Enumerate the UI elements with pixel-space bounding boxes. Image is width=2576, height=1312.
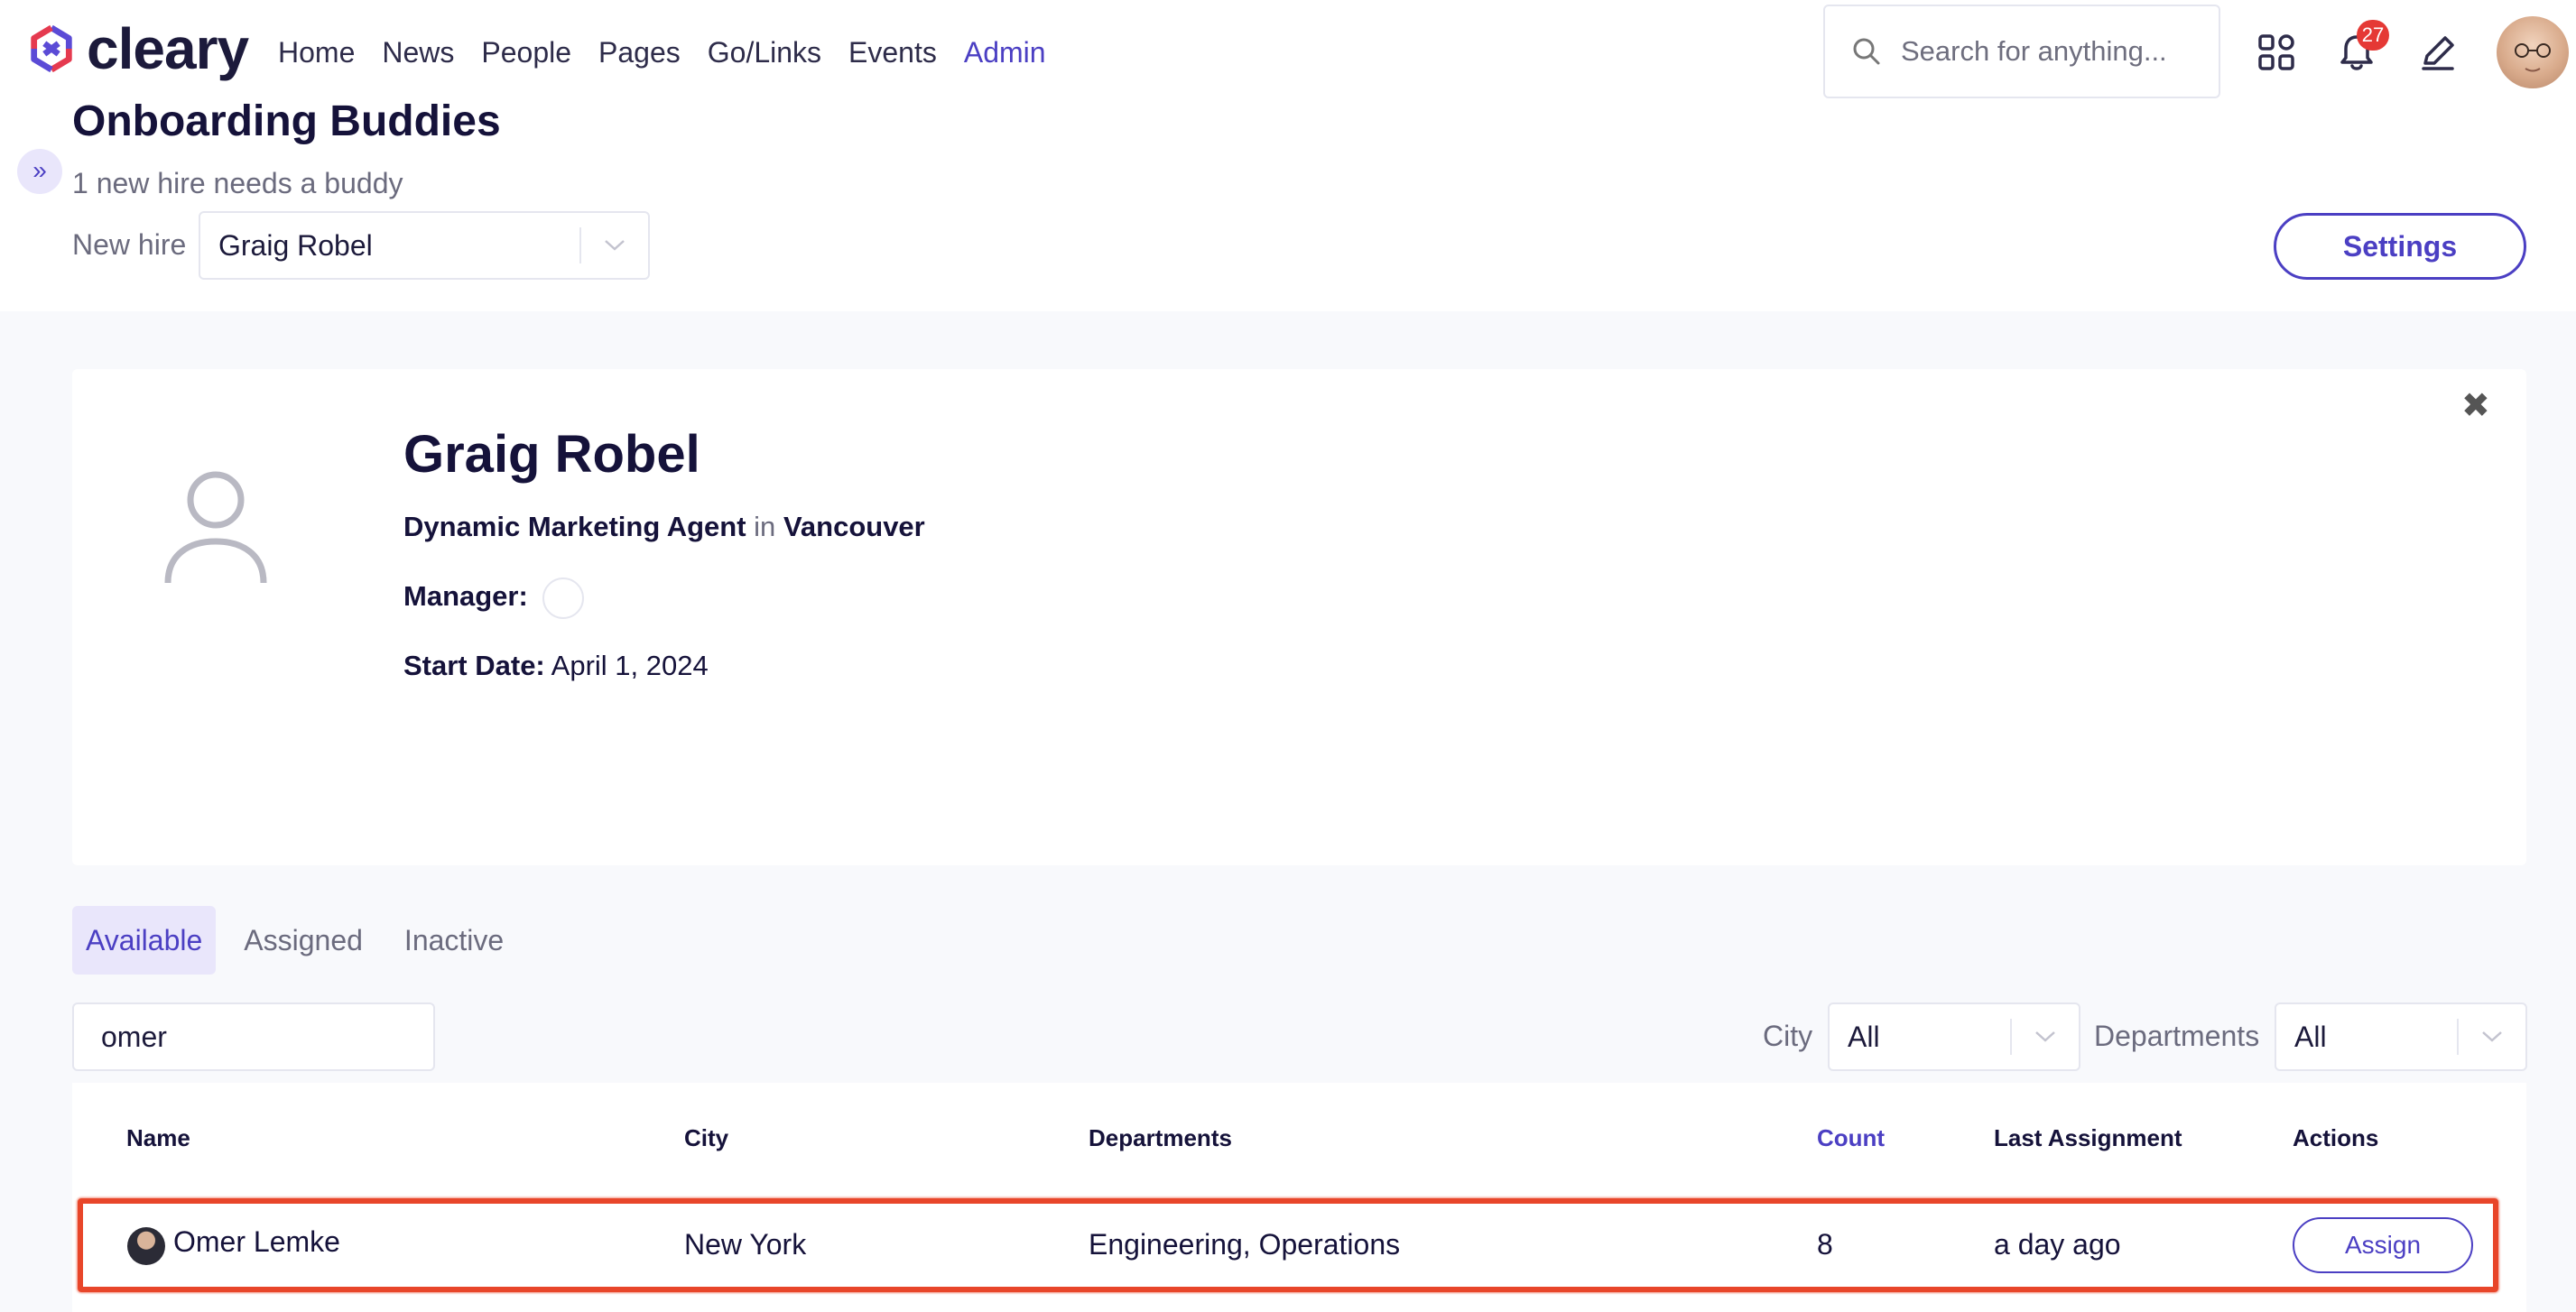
tab-available[interactable]: Available xyxy=(72,906,217,975)
chevron-down-icon[interactable] xyxy=(2459,1030,2525,1043)
page-subtitle: 1 new hire needs a buddy xyxy=(72,167,403,199)
manager-line: Manager: xyxy=(403,577,585,619)
column-header-departments[interactable]: Departments xyxy=(1089,1124,1232,1152)
new-hire-name: Graig Robel xyxy=(403,425,700,484)
buddy-last-assignment: a day ago xyxy=(1994,1228,2121,1261)
main-nav: Home News People Pages Go/Links Events A… xyxy=(278,32,1046,72)
new-hire-role-line: Dynamic Marketing Agent in Vancouver xyxy=(403,511,925,543)
settings-button[interactable]: Settings xyxy=(2274,213,2526,280)
tab-inactive[interactable]: Inactive xyxy=(391,906,517,975)
buddy-tabs: Available Assigned Inactive xyxy=(72,906,532,975)
nav-golinks[interactable]: Go/Links xyxy=(708,32,821,72)
buddy-count: 8 xyxy=(1817,1228,1833,1261)
city-filter-select[interactable]: All xyxy=(1828,1002,2080,1071)
buddy-name[interactable]: Omer Lemke xyxy=(173,1225,340,1259)
in-word: in xyxy=(754,511,776,542)
logo-text: cleary xyxy=(87,16,249,81)
search-input[interactable] xyxy=(1901,35,2199,68)
person-placeholder-icon xyxy=(164,471,267,584)
new-hire-label: New hire xyxy=(72,228,187,261)
chevron-down-icon[interactable] xyxy=(2012,1030,2079,1043)
column-header-city[interactable]: City xyxy=(684,1124,728,1152)
new-hire-title: Dynamic Marketing Agent xyxy=(403,511,746,542)
column-header-count[interactable]: Count xyxy=(1817,1124,1885,1152)
departments-filter-select[interactable]: All xyxy=(2275,1002,2527,1071)
notification-badge: 27 xyxy=(2357,20,2389,51)
column-header-actions: Actions xyxy=(2293,1124,2379,1151)
nav-admin[interactable]: Admin xyxy=(964,32,1046,72)
start-date-label: Start Date: xyxy=(403,650,545,681)
global-search[interactable] xyxy=(1823,5,2220,98)
nav-news[interactable]: News xyxy=(382,32,454,72)
nav-pages[interactable]: Pages xyxy=(598,32,681,72)
departments-filter-label: Departments xyxy=(2094,1020,2260,1052)
city-filter-value: All xyxy=(1848,1020,1880,1053)
apps-grid-icon[interactable] xyxy=(2256,32,2296,72)
assign-button[interactable]: Assign xyxy=(2293,1217,2473,1273)
user-face-icon xyxy=(2515,43,2551,72)
start-date-line: Start Date: April 1, 2024 xyxy=(403,650,709,682)
user-avatar[interactable] xyxy=(2497,16,2569,88)
departments-filter-value: All xyxy=(2294,1020,2327,1053)
new-hire-select[interactable]: Graig Robel xyxy=(199,211,650,280)
buddy-departments: Engineering, Operations xyxy=(1089,1228,1401,1261)
nav-people[interactable]: People xyxy=(481,32,571,72)
start-date-value: April 1, 2024 xyxy=(551,650,709,681)
pencil-icon[interactable] xyxy=(2418,32,2458,72)
manager-label: Manager: xyxy=(403,580,528,613)
manager-avatar[interactable] xyxy=(542,577,585,619)
city-filter-label: City xyxy=(1763,1020,1813,1052)
column-header-name[interactable]: Name xyxy=(126,1124,190,1152)
cleary-logo[interactable]: cleary xyxy=(25,16,249,81)
cleary-logo-icon xyxy=(31,24,72,73)
chevron-down-icon[interactable] xyxy=(581,239,648,252)
buddy-city: New York xyxy=(684,1228,807,1261)
buddy-avatar xyxy=(127,1227,165,1265)
nav-events[interactable]: Events xyxy=(848,32,937,72)
nav-home[interactable]: Home xyxy=(278,32,355,72)
page-title: Onboarding Buddies xyxy=(72,97,501,145)
tab-assigned[interactable]: Assigned xyxy=(230,906,376,975)
new-hire-location: Vancouver xyxy=(783,511,925,542)
search-icon xyxy=(1853,38,1880,65)
new-hire-select-value: Graig Robel xyxy=(218,228,373,262)
buddy-search-input[interactable] xyxy=(72,1002,435,1071)
close-icon[interactable]: ✖ xyxy=(2461,385,2490,426)
column-header-last-assignment[interactable]: Last Assignment xyxy=(1994,1124,2182,1152)
expand-sidebar-button[interactable]: » xyxy=(17,149,62,194)
